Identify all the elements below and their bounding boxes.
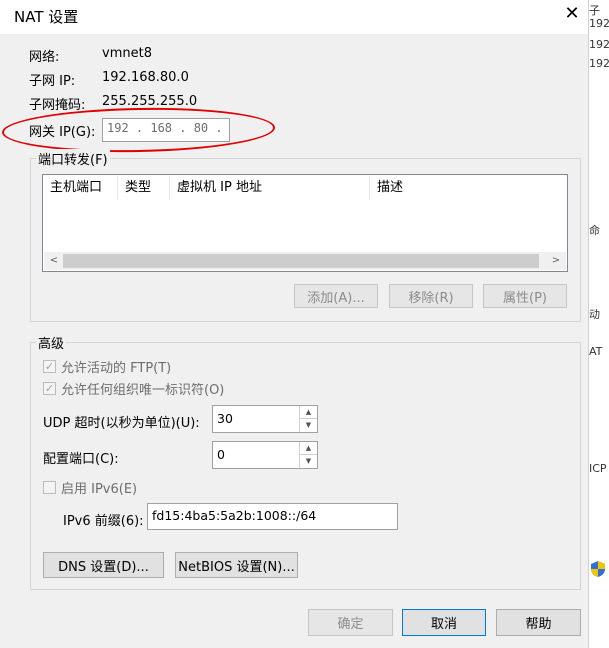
column-header-host-port[interactable]: 主机端口 [43,176,118,200]
background-text: 命 [589,224,600,237]
scroll-left-icon[interactable]: < [46,252,62,270]
remove-button[interactable]: 移除(R) [389,284,473,308]
netbios-settings-button[interactable]: NetBIOS 设置(N)... [175,552,298,578]
subnet-ip-value: 192.168.80.0 [102,70,189,85]
dns-settings-button[interactable]: DNS 设置(D)... [43,552,164,578]
column-header-type[interactable]: 类型 [118,176,170,200]
background-text: AT [589,345,603,358]
title-bar [0,0,588,34]
column-header-vm-ip[interactable]: 虚拟机 IP 地址 [170,176,370,200]
network-value: vmnet8 [102,46,152,61]
config-port-label: 配置端口(C): [43,452,119,467]
background-window [588,0,609,648]
column-header-description[interactable]: 描述 [370,176,566,200]
background-text: 192 [589,57,609,70]
scrollbar-thumb[interactable] [63,254,539,268]
allow-ftp-checkbox[interactable]: ✓ [43,360,56,373]
udp-timeout-label: UDP 超时(以秒为单位)(U): [43,416,200,431]
enable-ipv6-checkbox[interactable] [43,481,56,494]
subnet-mask-label: 子网掩码: [29,98,86,113]
spin-down-icon[interactable]: ▼ [300,419,317,432]
scroll-right-icon[interactable]: > [548,252,564,270]
help-button[interactable]: 帮助 [496,609,581,636]
spin-down-icon[interactable]: ▼ [300,455,317,468]
spin-up-icon[interactable]: ▲ [300,442,317,455]
allow-oui-label: 允许任何组织唯一标识符(O) [61,383,225,398]
allow-ftp-label: 允许活动的 FTP(T) [61,361,172,376]
background-text: 动 [589,308,600,321]
allow-oui-checkbox[interactable]: ✓ [43,382,56,395]
port-forwarding-legend: 端口转发(F) [36,149,110,168]
background-text: 子 [589,4,600,17]
shield-icon [590,560,606,578]
cancel-button[interactable]: 取消 [402,609,486,636]
port-forwarding-list[interactable]: 主机端口 类型 虚拟机 IP 地址 描述 < > [42,174,568,272]
config-port-stepper[interactable]: 0 ▲ ▼ [212,441,318,469]
advanced-legend: 高级 [36,333,67,352]
add-button[interactable]: 添加(A)... [294,284,378,308]
background-text: 192 [589,38,609,51]
network-label: 网络: [29,50,60,65]
subnet-ip-label: 子网 IP: [29,74,76,89]
properties-button[interactable]: 属性(P) [483,284,567,308]
ipv6-prefix-label: IPv6 前缀(6): [63,514,144,529]
subnet-mask-value: 255.255.255.0 [102,94,198,109]
background-text: ICP [589,462,607,475]
config-port-value[interactable]: 0 [217,447,225,462]
enable-ipv6-label: 启用 IPv6(E) [61,482,138,497]
udp-timeout-stepper[interactable]: 30 ▲ ▼ [212,405,318,433]
close-icon[interactable]: ✕ [562,4,582,24]
ok-button[interactable]: 确定 [308,609,393,636]
ipv6-prefix-input[interactable]: fd15:4ba5:5a2b:1008::/64 [147,503,398,530]
horizontal-scrollbar[interactable]: < > [44,252,566,270]
udp-timeout-value[interactable]: 30 [217,411,233,426]
background-text: 192 [589,17,609,30]
spin-up-icon[interactable]: ▲ [300,406,317,419]
window-title: NAT 设置 [14,8,79,26]
